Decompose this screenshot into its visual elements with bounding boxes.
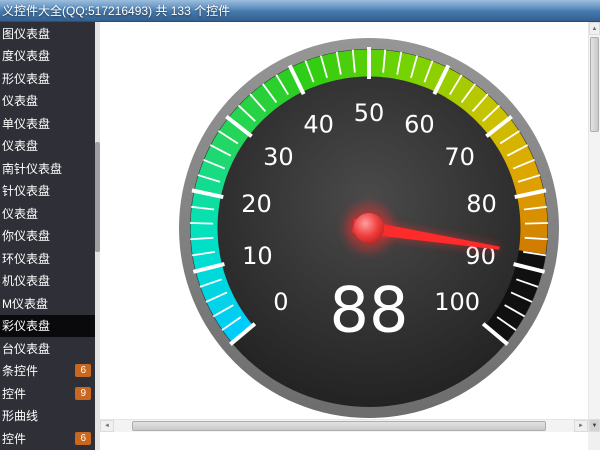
svg-text:60: 60 <box>404 111 435 139</box>
scroll-left-button[interactable]: ◄ <box>100 420 114 432</box>
arrow-left-icon: ◄ <box>104 423 110 429</box>
sidebar-item[interactable]: 度仪表盘 <box>0 45 95 68</box>
sidebar-item-label: 形仪表盘 <box>2 70 95 87</box>
arrow-right-icon: ► <box>578 423 584 429</box>
svg-text:100: 100 <box>434 288 480 316</box>
sidebar-item[interactable]: M仪表盘 <box>0 292 95 315</box>
sidebar-item-badge: 9 <box>75 387 91 400</box>
scroll-up-button[interactable]: ▲ <box>589 22 600 35</box>
sidebar-item[interactable]: 仪表盘 <box>0 90 95 113</box>
app-window: 义控件大全(QQ:517216493) 共 133 个控件 图仪表盘度仪表盘形仪… <box>0 0 600 450</box>
gauge: 010203040506070809010088 <box>169 28 569 428</box>
sidebar-items: 图仪表盘度仪表盘形仪表盘仪表盘单仪表盘仪表盘南针仪表盘针仪表盘仪表盘你仪表盘环仪… <box>0 22 95 450</box>
svg-text:10: 10 <box>242 242 273 270</box>
sidebar-item[interactable]: 控件9 <box>0 382 95 405</box>
sidebar-item-label: 彩仪表盘 <box>2 317 95 334</box>
sidebar-item-badge: 6 <box>75 364 91 377</box>
sidebar-item-label: 你仪表盘 <box>2 227 95 244</box>
sidebar-item-label: 机仪表盘 <box>2 272 95 289</box>
sidebar-item-label: M仪表盘 <box>2 295 95 312</box>
sidebar-item-label: 图仪表盘 <box>2 25 95 42</box>
sidebar-item[interactable]: 控件6 <box>0 427 95 450</box>
sidebar-item-label: 单仪表盘 <box>2 115 95 132</box>
svg-text:20: 20 <box>241 190 272 218</box>
vertical-scroll-thumb[interactable] <box>590 37 599 132</box>
sidebar-item[interactable]: 形仪表盘 <box>0 67 95 90</box>
sidebar-item[interactable]: 南针仪表盘 <box>0 157 95 180</box>
horizontal-scrollbar[interactable]: ◄ ► <box>100 419 588 432</box>
sidebar-item-label: 南针仪表盘 <box>2 160 95 177</box>
gauge-hub <box>354 213 384 243</box>
sidebar-item[interactable]: 图仪表盘 <box>0 22 95 45</box>
sidebar-item[interactable]: 你仪表盘 <box>0 225 95 248</box>
vertical-scroll-track[interactable] <box>589 35 600 419</box>
main-panel: 010203040506070809010088 <box>100 22 588 419</box>
svg-text:40: 40 <box>303 111 334 139</box>
sidebar-item[interactable]: 单仪表盘 <box>0 112 95 135</box>
sidebar-item-label: 环仪表盘 <box>2 250 95 267</box>
sidebar-item[interactable]: 形曲线 <box>0 405 95 428</box>
sidebar-item-label: 仪表盘 <box>2 92 95 109</box>
sidebar-item[interactable]: 仪表盘 <box>0 202 95 225</box>
sidebar-item-label: 度仪表盘 <box>2 47 95 64</box>
sidebar-item-label: 形曲线 <box>2 407 95 424</box>
svg-text:50: 50 <box>354 99 385 127</box>
scroll-right-button[interactable]: ► <box>574 420 588 432</box>
sidebar-item[interactable]: 台仪表盘 <box>0 337 95 360</box>
svg-text:0: 0 <box>273 288 288 316</box>
window-title: 义控件大全(QQ:517216493) 共 133 个控件 <box>0 2 230 19</box>
gauge-value: 88 <box>330 274 409 347</box>
sidebar-item-label: 控件 <box>2 385 75 402</box>
sidebar-item-label: 仪表盘 <box>2 137 95 154</box>
title-bar[interactable]: 义控件大全(QQ:517216493) 共 133 个控件 <box>0 0 600 22</box>
scrollbar-corner <box>588 432 600 450</box>
horizontal-scroll-thumb[interactable] <box>132 421 546 431</box>
sidebar-item-label: 仪表盘 <box>2 205 95 222</box>
sidebar-item-label: 针仪表盘 <box>2 182 95 199</box>
horizontal-scroll-track[interactable] <box>114 420 574 432</box>
sidebar-item-label: 条控件 <box>2 362 75 379</box>
sidebar-item[interactable]: 条控件6 <box>0 360 95 383</box>
arrow-down-icon: ▼ <box>592 423 598 429</box>
sidebar-item[interactable]: 仪表盘 <box>0 135 95 158</box>
sidebar-item-badge: 6 <box>75 432 91 445</box>
sidebar-item[interactable]: 环仪表盘 <box>0 247 95 270</box>
sidebar-item-label: 控件 <box>2 430 75 447</box>
sidebar-item[interactable]: 彩仪表盘 <box>0 315 95 338</box>
sidebar-item-label: 台仪表盘 <box>2 340 95 357</box>
svg-text:80: 80 <box>466 190 497 218</box>
arrow-up-icon: ▲ <box>592 26 598 32</box>
sidebar: 图仪表盘度仪表盘形仪表盘仪表盘单仪表盘仪表盘南针仪表盘针仪表盘仪表盘你仪表盘环仪… <box>0 22 100 450</box>
svg-text:70: 70 <box>444 143 475 171</box>
sidebar-item[interactable]: 机仪表盘 <box>0 270 95 293</box>
scroll-down-button[interactable]: ▼ <box>589 419 600 432</box>
sidebar-item[interactable]: 针仪表盘 <box>0 180 95 203</box>
svg-text:30: 30 <box>263 143 294 171</box>
vertical-scrollbar[interactable]: ▲ ▼ <box>588 22 600 432</box>
